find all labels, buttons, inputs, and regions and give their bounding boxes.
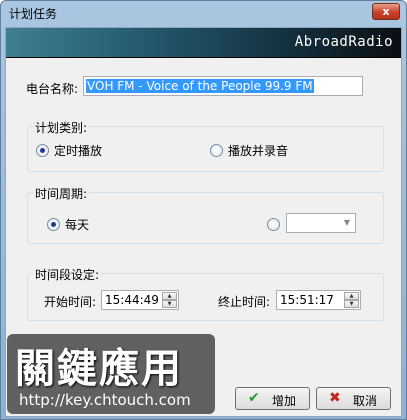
station-name-input[interactable]: VOH FM - Voice of the People 99.9 FM [83,76,363,96]
station-name-label: 电台名称: [26,82,79,96]
time-slot-title: 时间段设定: [33,266,102,283]
spin-down-icon[interactable]: ▼ [344,300,359,308]
station-name-value: VOH FM - Voice of the People 99.9 FM [86,79,314,93]
window-title: 计划任务 [9,7,58,21]
radio-custom-period[interactable] [267,218,280,231]
watermark: 關鍵應用 http://key.chtouch.com [7,334,215,414]
plan-type-group: 计划类别: 定时播放 播放并录音 [27,119,384,172]
radio-timed-play-label[interactable]: 定时播放 [54,142,102,159]
spin-down-icon[interactable]: ▼ [162,300,177,308]
start-time-spin-buttons: ▲ ▼ [162,292,177,308]
cancel-button[interactable]: ✖ 取消 [316,387,391,410]
radio-play-and-record[interactable] [210,144,223,157]
end-time-spinner[interactable]: 15:51:17 ▲ ▼ [276,290,361,310]
radio-play-and-record-label[interactable]: 播放并录音 [228,142,288,159]
cancel-x-icon: ✖ [329,390,341,406]
radio-daily-label[interactable]: 每天 [65,216,89,233]
spin-up-icon[interactable]: ▲ [344,292,359,300]
radio-daily[interactable] [47,218,60,231]
scheduled-task-dialog: 计划任务 x AbroadRadio 电台名称: VOH FM - Voice … [0,0,407,420]
add-button[interactable]: ✔ 增加 [235,387,310,410]
radio-timed-play[interactable] [36,144,49,157]
cancel-button-label: 取消 [353,394,378,408]
checkmark-icon: ✔ [248,390,260,406]
banner-app-name: AbroadRadio [294,34,393,50]
plan-type-title: 计划类别: [33,119,90,136]
add-button-label: 增加 [272,394,297,408]
close-button[interactable]: x [372,3,400,20]
start-time-value: 15:44:49 [105,293,159,307]
watermark-text: 關鍵應用 [15,346,183,392]
end-time-label: 终止时间: [218,295,271,309]
watermark-url: http://key.chtouch.com [19,391,191,409]
end-time-spin-buttons: ▲ ▼ [344,292,359,308]
custom-period-dropdown[interactable]: ▼ [286,213,356,233]
time-period-group: 时间周期: 每天 ▼ [27,185,384,244]
time-slot-group: 时间段设定: 开始时间: 15:44:49 ▲ ▼ 终止时间: 15:51:17… [27,266,384,321]
time-period-title: 时间周期: [33,185,90,202]
end-time-value: 15:51:17 [280,293,334,307]
spin-up-icon[interactable]: ▲ [162,292,177,300]
close-icon: x [382,5,390,18]
title-bar[interactable]: 计划任务 x [1,1,406,27]
start-time-label: 开始时间: [44,295,97,309]
app-banner: AbroadRadio [6,28,401,58]
chevron-down-icon[interactable]: ▼ [339,214,355,232]
start-time-spinner[interactable]: 15:44:49 ▲ ▼ [101,290,179,310]
